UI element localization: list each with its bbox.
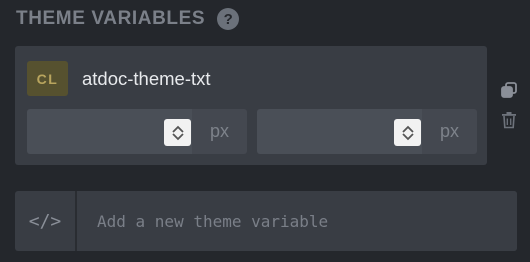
trash-icon[interactable] [498,109,520,131]
add-variable-input[interactable] [77,191,517,251]
unit-label-1: px [192,109,247,154]
value-input-wrapper-2 [257,109,422,154]
chevron-up-icon[interactable] [401,125,414,133]
value-field-1: px [27,109,247,154]
theme-variable-card: CL atdoc-theme-txt px px [15,46,487,165]
code-icon: </> [15,191,77,251]
unit-label-2: px [422,109,477,154]
add-variable-row: </> [15,191,517,251]
chevron-down-icon[interactable] [401,132,414,141]
chevron-up-icon[interactable] [171,125,184,133]
panel-header: THEME VARIABLES ? [16,6,240,32]
variable-name: atdoc-theme-txt [82,68,211,89]
help-icon[interactable]: ? [217,8,240,30]
variable-type-badge: CL [27,61,68,96]
number-stepper-2[interactable] [394,119,421,146]
copy-icon[interactable] [498,79,520,101]
value-field-2: px [257,109,477,154]
theme-variables-panel: THEME VARIABLES ? CL atdoc-theme-txt px [0,0,530,262]
panel-title: THEME VARIABLES [16,8,206,29]
value-input-wrapper-1 [27,109,192,154]
chevron-down-icon[interactable] [171,132,184,141]
number-stepper-1[interactable] [164,119,191,146]
